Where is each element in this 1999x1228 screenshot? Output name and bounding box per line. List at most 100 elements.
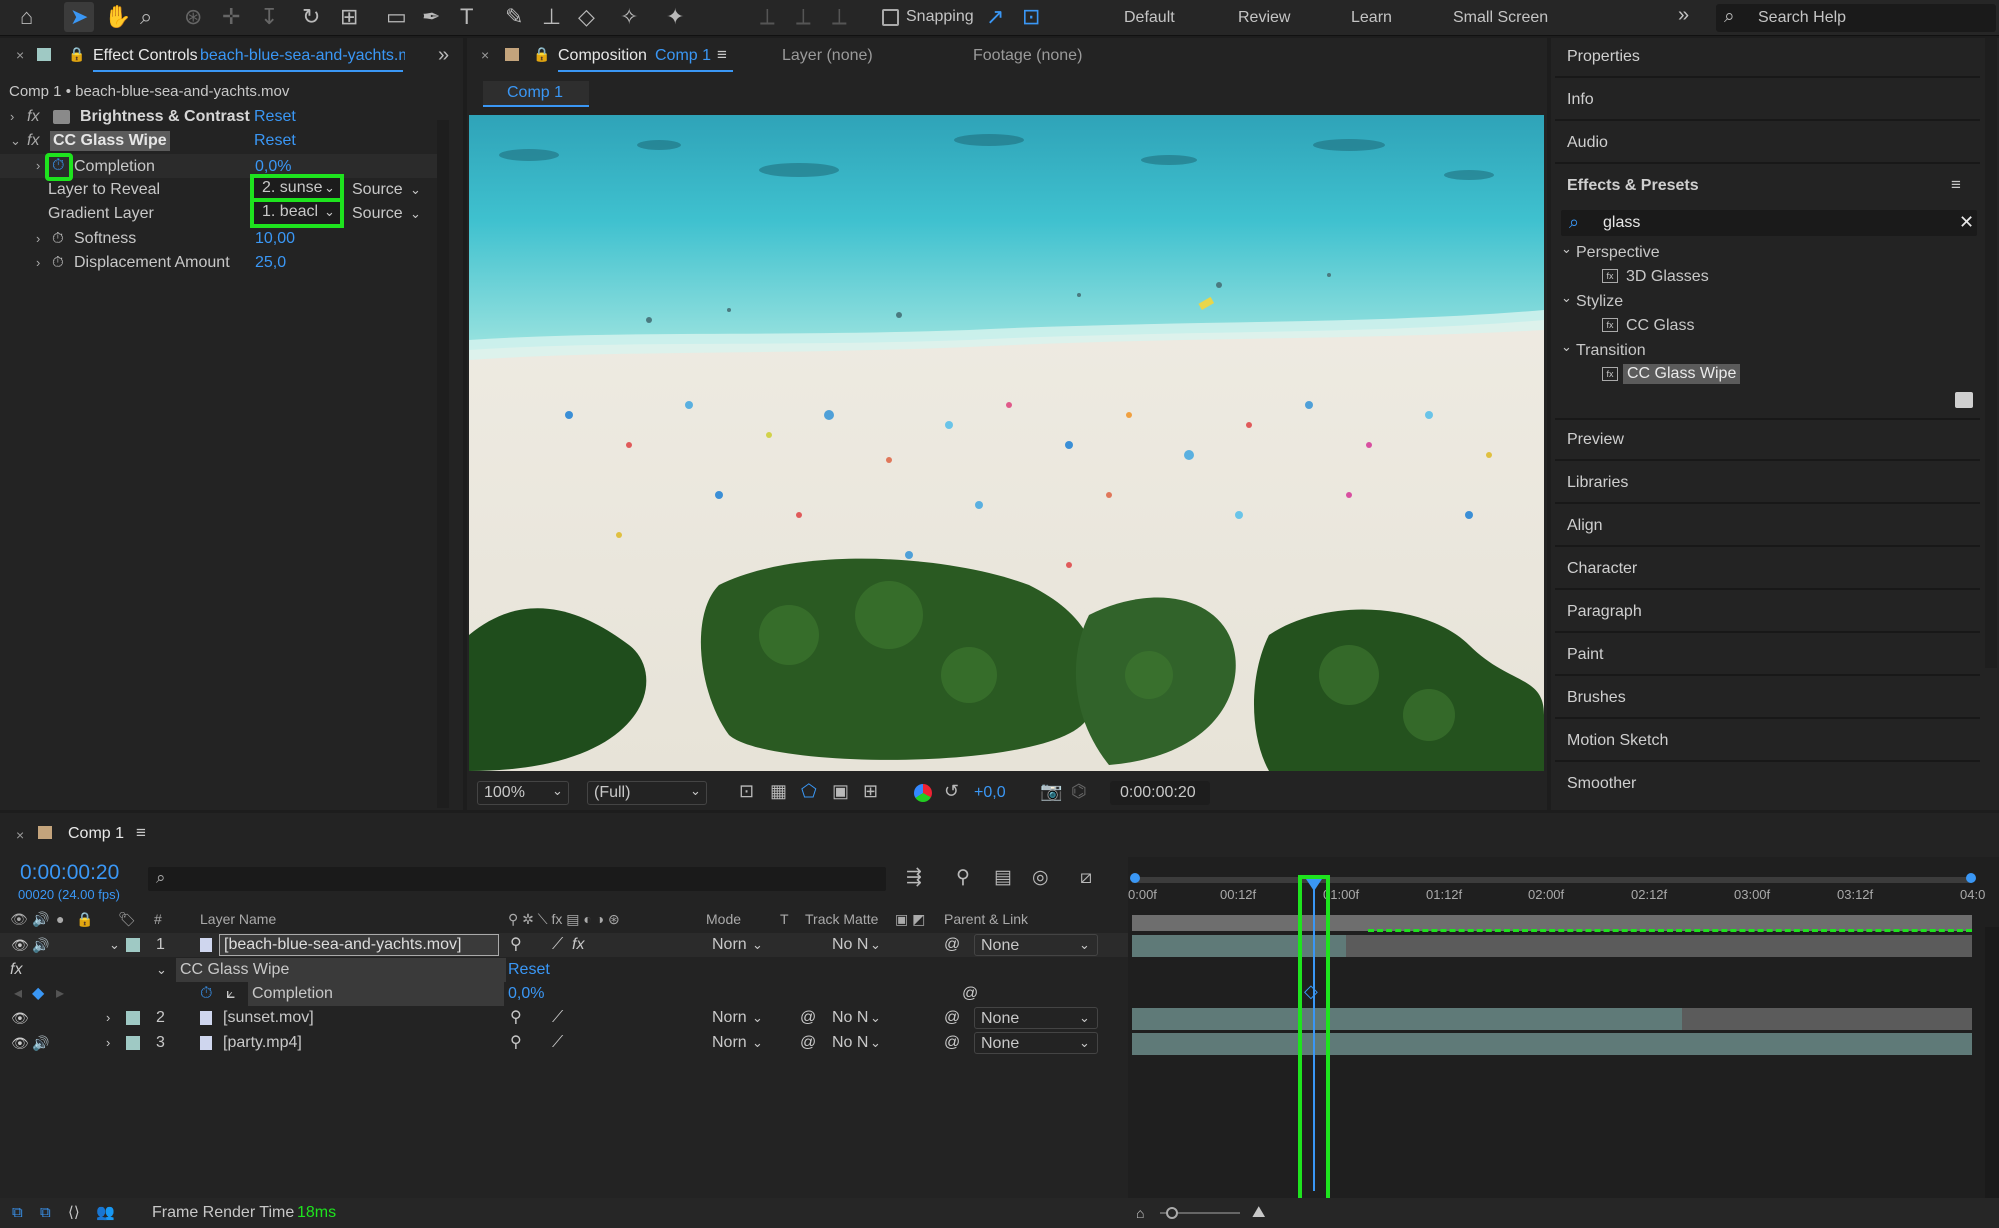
pan-behind-tool-icon[interactable]: ⊞ — [340, 6, 358, 28]
softness-row[interactable]: › ⏱ Softness 10,00 — [0, 227, 440, 251]
chevron-down-icon[interactable]: ⌄ — [752, 1031, 763, 1055]
footage-tab[interactable]: Footage (none) — [973, 47, 1082, 65]
puppet-tool-icon[interactable]: ✦ — [666, 6, 684, 28]
viewer-timecode[interactable]: 0:00:00:20 — [1110, 781, 1210, 805]
region-of-interest-icon[interactable]: ▣ — [832, 782, 849, 800]
hand-tool-icon[interactable]: ✋ — [104, 6, 131, 28]
composition-tab-title[interactable]: Composition — [558, 47, 647, 65]
new-folder-icon[interactable] — [1955, 392, 1973, 408]
stopwatch-icon[interactable]: ⏱ — [52, 251, 64, 275]
rotate-tool-icon[interactable]: ↻ — [302, 6, 320, 28]
comp-mini-flowchart-icon[interactable]: ⇶ — [906, 868, 922, 887]
quality-switch-icon[interactable]: ⟋ — [552, 1031, 563, 1055]
expand-chevron-icon[interactable]: › — [106, 1006, 110, 1030]
eye-icon[interactable]: 👁 — [11, 1006, 29, 1030]
align-panel-header[interactable]: Align — [1567, 517, 1603, 535]
layer-2-bar[interactable] — [1132, 1008, 1682, 1030]
effect-row-reset[interactable]: Reset — [508, 958, 550, 982]
tree-category-transition[interactable]: Transition — [1576, 342, 1646, 360]
smoother-panel-header[interactable]: Smoother — [1567, 775, 1636, 793]
lock-icon[interactable]: 🔒 — [68, 46, 85, 63]
grid-guides-icon[interactable]: ⊞ — [863, 782, 878, 800]
layer-name[interactable]: [party.mp4] — [223, 1031, 302, 1055]
eye-icon[interactable]: 👁 — [11, 1031, 29, 1055]
gradient-layer-dropdown[interactable]: 1. beacl ⌄ — [250, 198, 344, 228]
rectangle-tool-icon[interactable]: ▭ — [386, 6, 407, 28]
expand-chevron-icon[interactable]: › — [36, 158, 40, 173]
collapse-chevron-icon[interactable]: ⌄ — [1561, 241, 1572, 257]
shy-switch-icon[interactable]: ⚲ — [510, 1031, 522, 1055]
collapse-chevron-icon[interactable]: ⌄ — [156, 958, 167, 982]
chevron-down-icon[interactable]: ⌄ — [752, 1006, 763, 1030]
snapping-checkbox[interactable] — [882, 9, 899, 26]
axis-view-icon[interactable]: ⟂ — [832, 6, 847, 28]
selection-tool-icon[interactable]: ➤ — [70, 6, 88, 28]
frame-blending-icon[interactable]: ▤ — [994, 868, 1012, 887]
more-workspaces-icon[interactable]: » — [1678, 4, 1689, 27]
properties-panel-header[interactable]: Properties — [1567, 48, 1640, 66]
panel-menu-icon[interactable]: ≡ — [136, 823, 146, 843]
layer-mode[interactable]: Norn — [712, 933, 747, 957]
stopwatch-icon[interactable]: ⏱ — [200, 982, 212, 1006]
matte-pickwhip-icon[interactable]: @ — [800, 1006, 816, 1030]
workspace-small-screen[interactable]: Small Screen — [1453, 9, 1548, 27]
transparency-grid-icon[interactable]: ▦ — [770, 782, 787, 800]
completion-property-row[interactable]: ◂ ◆ ▸ ⏱ ⟀ Completion 0,0% @ — [0, 982, 1128, 1006]
source-dropdown-label[interactable]: Source — [352, 178, 403, 202]
panel-menu-icon[interactable]: ≡ — [1951, 175, 1961, 195]
eye-icon[interactable]: 👁 — [11, 933, 29, 957]
axis-world-icon[interactable]: ⟂ — [796, 6, 811, 28]
timeline-scrollbar[interactable] — [1985, 927, 1999, 1228]
solo-icon[interactable]: ● — [56, 907, 64, 931]
pickwhip-icon[interactable]: @ — [944, 1006, 960, 1030]
brushes-panel-header[interactable]: Brushes — [1567, 689, 1626, 707]
lock-icon[interactable]: 🔒 — [533, 46, 550, 63]
layer-matte[interactable]: No N — [832, 933, 868, 957]
in-out-icon[interactable]: ⟨⟩ — [68, 1198, 80, 1228]
mask-visibility-icon[interactable]: ⬠ — [801, 782, 817, 800]
playhead-handle[interactable] — [1306, 879, 1322, 891]
completion-property-value[interactable]: 0,0% — [508, 982, 544, 1006]
composition-viewer[interactable] — [469, 115, 1544, 771]
tree-item-3d-glasses[interactable]: 3D Glasses — [1626, 268, 1709, 286]
effect-controls-tab-title[interactable]: Effect Controls — [93, 47, 198, 65]
motion-blur-icon[interactable]: ◎ — [1032, 868, 1049, 887]
brush-tool-icon[interactable]: ✎ — [505, 6, 523, 28]
completion-row[interactable]: › ⏱ Completion 0,0% — [0, 153, 440, 181]
audio-icon[interactable]: 🔊 — [32, 933, 49, 957]
character-panel-header[interactable]: Character — [1567, 560, 1637, 578]
work-area-end-handle[interactable] — [1966, 873, 1976, 883]
clear-search-icon[interactable]: ✕ — [1959, 212, 1974, 233]
eraser-tool-icon[interactable]: ◇ — [578, 6, 595, 28]
timeline-tab-title[interactable]: Comp 1 — [68, 825, 124, 843]
zoom-tool-icon[interactable]: ⌕ — [140, 6, 152, 28]
info-panel-header[interactable]: Info — [1567, 91, 1594, 109]
fx-icon[interactable]: fx — [27, 105, 39, 129]
collapse-chevron-icon[interactable]: ⌄ — [1561, 339, 1572, 355]
fx-switch-icon[interactable]: fx — [572, 933, 584, 957]
tree-item-cc-glass-wipe[interactable]: CC Glass Wipe — [1623, 364, 1741, 384]
tree-item-cc-glass[interactable]: CC Glass — [1626, 317, 1694, 335]
expand-chevron-icon[interactable]: › — [106, 1031, 110, 1055]
layer-tab[interactable]: Layer (none) — [782, 47, 873, 65]
panel-menu-icon[interactable]: ≡ — [717, 45, 727, 65]
workspace-learn[interactable]: Learn — [1351, 9, 1392, 27]
libraries-panel-header[interactable]: Libraries — [1567, 474, 1628, 492]
fx-icon[interactable]: fx — [27, 129, 39, 153]
workspace-review[interactable]: Review — [1238, 9, 1290, 27]
graph-icon[interactable]: ⟀ — [226, 982, 236, 1006]
close-tab-icon[interactable]: × — [481, 47, 489, 63]
quality-switch-icon[interactable]: ⟋ — [552, 1006, 563, 1030]
work-area-bar[interactable] — [1132, 877, 1972, 883]
close-tab-icon[interactable]: × — [16, 47, 24, 63]
eye-icon[interactable]: 👁 — [10, 907, 28, 931]
effect-controls-scrollbar[interactable] — [437, 120, 449, 808]
expression-pickwhip-icon[interactable]: @ — [962, 982, 978, 1006]
expand-chevron-icon[interactable]: › — [36, 227, 40, 251]
effect-cc-glass-wipe[interactable]: ⌄ fx CC Glass Wipe Reset — [0, 129, 440, 153]
expand-chevron-icon[interactable]: › — [10, 105, 14, 129]
chevron-down-icon[interactable]: ⌄ — [870, 1006, 881, 1030]
effect-brightness-contrast[interactable]: › fx Brightness & Contrast Reset — [0, 105, 440, 129]
layer-row-2[interactable]: 👁 › 2 [sunset.mov] ⚲ ⟋ Norn ⌄ @ No N ⌄ @… — [0, 1006, 1128, 1030]
shy-switch-icon[interactable]: ⚲ — [510, 933, 522, 957]
